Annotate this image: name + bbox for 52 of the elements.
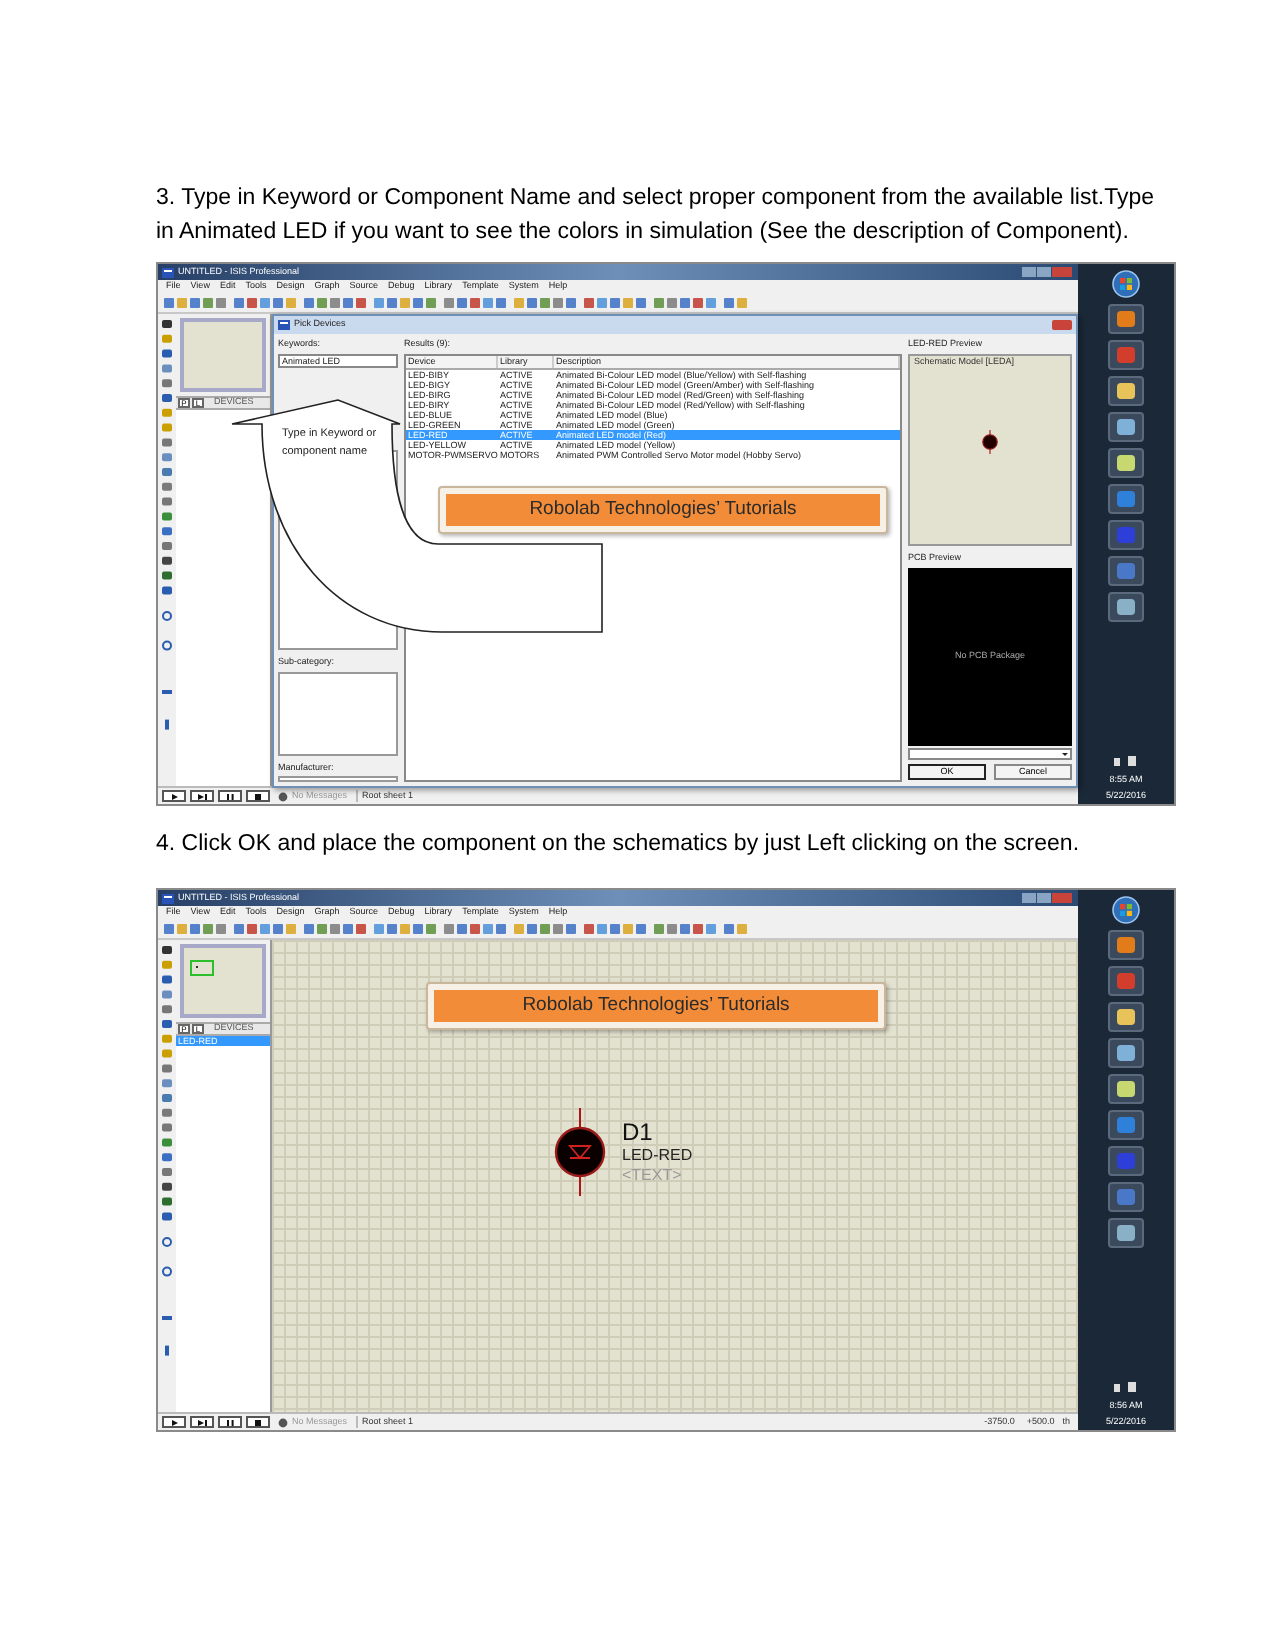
led-symbol-icon bbox=[554, 1108, 606, 1196]
step-instruction: 3. Type in Keyword or Component Name and select proper component from the available list.Type in Animated LED if you want to see the colors in simulation (See the description of Component). bbox=[156, 184, 1156, 248]
start-orb-icon bbox=[1112, 270, 1140, 298]
taskbar-app-button[interactable] bbox=[1108, 1074, 1144, 1104]
simulation-pause-button[interactable] bbox=[218, 790, 242, 802]
stop-icon bbox=[252, 791, 264, 801]
simulation-stop-button[interactable] bbox=[246, 790, 270, 802]
banner-title: Robolab Technologies’ Tutorials bbox=[446, 494, 880, 526]
component-value: LED-RED bbox=[622, 1146, 693, 1166]
taskbar-app-button[interactable] bbox=[1108, 592, 1144, 622]
component-text: <TEXT> bbox=[622, 1166, 684, 1186]
sheet-outline-icon bbox=[190, 960, 214, 976]
app-logo-icon bbox=[162, 267, 174, 277]
step-icon bbox=[196, 1417, 208, 1427]
simulation-play-button[interactable] bbox=[162, 790, 186, 802]
taskbar-app-button[interactable] bbox=[1108, 448, 1144, 478]
tray-icons-drawing bbox=[1114, 1382, 1138, 1394]
taskbar-app-button[interactable] bbox=[1108, 304, 1144, 334]
simulation-play-button[interactable] bbox=[162, 1416, 186, 1428]
play-icon bbox=[168, 791, 180, 801]
window-controls-icon bbox=[1022, 892, 1074, 904]
info-icon bbox=[278, 791, 288, 801]
simulation-step-button[interactable] bbox=[190, 1416, 214, 1428]
pause-icon bbox=[224, 791, 236, 801]
caret-icon bbox=[1060, 750, 1070, 758]
taskbar-app-button[interactable] bbox=[1108, 1038, 1144, 1068]
taskbar-app-button[interactable] bbox=[1108, 412, 1144, 442]
taskbar-app-button[interactable] bbox=[1108, 376, 1144, 406]
simulation-step-button[interactable] bbox=[190, 790, 214, 802]
app-logo-icon bbox=[278, 320, 290, 330]
led-symbol-icon bbox=[982, 429, 998, 453]
overview-panel bbox=[180, 318, 266, 392]
pause-icon bbox=[224, 1417, 236, 1427]
step-icon bbox=[196, 791, 208, 801]
start-orb-icon bbox=[1112, 896, 1140, 924]
stop-icon bbox=[252, 1417, 264, 1427]
info-icon bbox=[278, 1417, 288, 1427]
simulation-stop-button[interactable] bbox=[246, 1416, 270, 1428]
simulation-pause-button[interactable] bbox=[218, 1416, 242, 1428]
component-reference: D1 bbox=[622, 1120, 655, 1146]
app-logo-icon bbox=[162, 893, 174, 903]
manufacturer-list bbox=[278, 776, 398, 782]
sub-category-list bbox=[278, 671, 398, 755]
step-instruction: 4. Click OK and place the component on the schematics by just Left clicking on the screen. bbox=[156, 830, 1082, 860]
package-dropdown[interactable] bbox=[908, 748, 1072, 760]
taskbar-app-button[interactable] bbox=[1108, 930, 1144, 960]
play-icon bbox=[168, 1417, 180, 1427]
window-controls-icon bbox=[1022, 266, 1074, 278]
tray-icons-drawing bbox=[1114, 756, 1138, 768]
taskbar-app-button[interactable] bbox=[1108, 1218, 1144, 1248]
taskbar-app-button[interactable] bbox=[1108, 1002, 1144, 1032]
banner-title: Robolab Technologies’ Tutorials bbox=[434, 990, 878, 1022]
